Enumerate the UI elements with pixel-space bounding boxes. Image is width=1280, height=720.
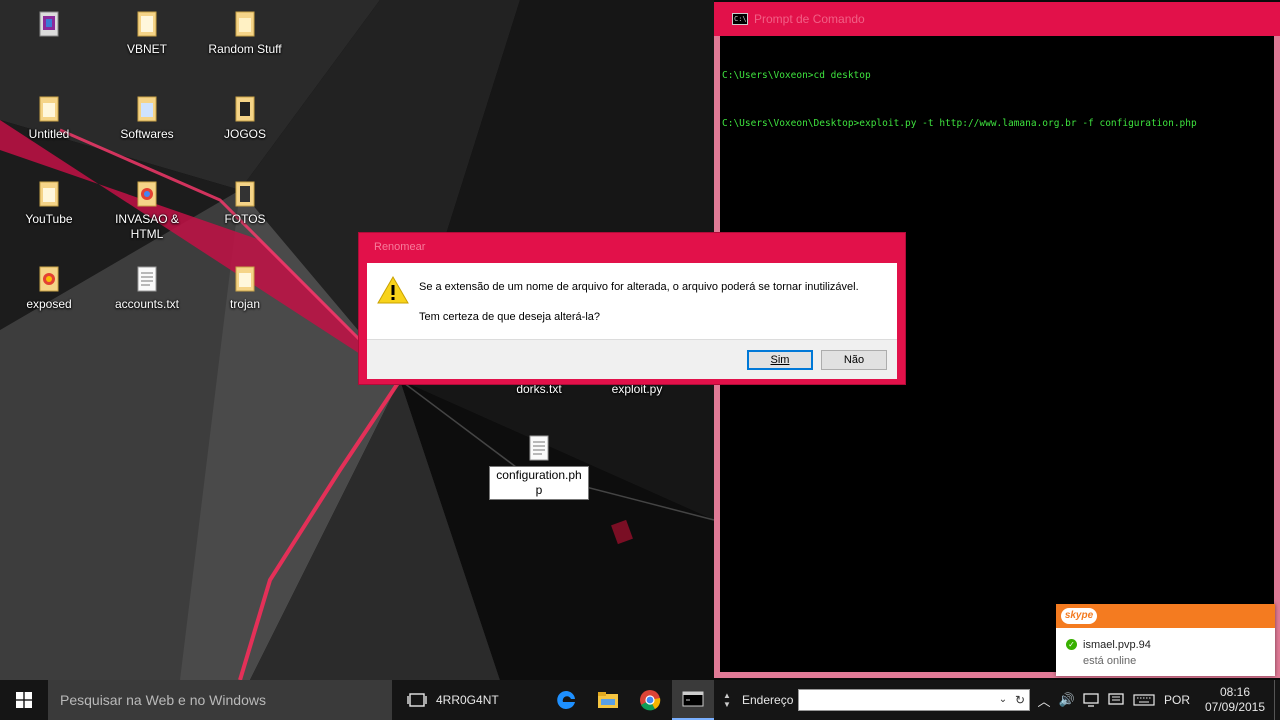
rename-field[interactable]: configuration.php [489,466,589,500]
folder-icon [235,181,255,207]
desktop-icon-app[interactable] [4,10,94,42]
text-file-icon [529,435,549,461]
volume-button[interactable]: 🔊 [1056,680,1078,720]
taskbar-app-chrome[interactable] [630,680,670,720]
taskbar-app-cmd[interactable] [672,680,714,720]
cmd-title: Prompt de Comando [754,12,865,26]
action-center-button[interactable] [1104,680,1128,720]
volume-icon: 🔊 [1058,692,1076,707]
file-explorer-icon [598,692,618,708]
refresh-icon[interactable]: ↻ [1012,690,1028,710]
toolbar-label[interactable]: 4RR0G4NT [436,680,506,720]
folder-icon [39,181,59,207]
desktop-icon-exposed[interactable]: exposed [4,265,94,312]
folder-icon [235,11,255,37]
keyboard-icon [1133,694,1155,706]
folder-icon [137,181,157,207]
desktop-icon-random-stuff[interactable]: Random Stuff [200,10,290,57]
start-button[interactable] [0,680,48,720]
windows-logo-icon [16,692,32,708]
folder-icon [235,96,255,122]
address-toolbar-label: Endereço [742,693,794,707]
desktop-icon-accounts-txt[interactable]: accounts.txt [102,265,192,312]
scroll-up-icon[interactable]: ▲ [723,691,731,700]
text-file-icon [137,266,157,292]
desktop-icon-trojan[interactable]: trojan [200,265,290,312]
cmd-line: C:\Users\Voxeon\Desktop>exploit.py -t ht… [722,118,1197,129]
no-button[interactable]: Não [821,350,887,370]
no-button-label: Não [843,354,865,366]
dialog-message: Se a extensão de um nome de arquivo for … [419,281,859,293]
clock-button[interactable]: 08:16 07/09/2015 [1198,680,1272,720]
taskbar-app-explorer[interactable] [588,680,628,720]
cmd-titlebar[interactable]: C:\ Prompt de Comando [714,2,1280,36]
app-icon [39,11,59,37]
show-desktop-button[interactable] [1274,680,1280,720]
skype-username: ismael.pvp.94 [1083,639,1151,651]
clock-date: 07/09/2015 [1204,700,1266,714]
rename-dialog: Renomear Se a extensão de um nome de arq… [358,232,906,385]
desktop-icon-vbnet[interactable]: VBNET [102,10,192,57]
skype-header: skype [1056,604,1275,628]
folder-icon [39,266,59,292]
cmd-icon [682,691,704,707]
clock-time: 08:16 [1219,685,1251,699]
dialog-body: Se a extensão de um nome de arquivo for … [367,263,897,379]
skype-logo-icon: skype [1061,608,1097,624]
cmd-icon: C:\ [732,13,748,25]
dialog-title: Renomear [374,241,426,253]
folder-icon [137,11,157,37]
taskbar-app-edge[interactable] [546,680,586,720]
dialog-content: Se a extensão de um nome de arquivo for … [367,263,897,339]
network-icon [1083,693,1099,707]
dialog-question: Tem certeza de que deseja alterá-la? [419,311,600,323]
chevron-up-icon: ︿ [1037,693,1051,709]
dialog-footer: Sim Não [367,339,897,379]
desktop-icon-youtube[interactable]: YouTube [4,180,94,227]
online-status-icon: ✓ [1066,639,1077,650]
toolbar-scroll[interactable]: ▲ ▼ [716,680,738,720]
desktop-icon-untitled[interactable]: Untitled [4,95,94,142]
edge-icon [557,690,575,709]
desktop-icon-invasao-html[interactable]: INVASAO & HTML [102,180,192,242]
desktop-icon-fotos[interactable]: FOTOS [200,180,290,227]
show-hidden-icons-button[interactable]: ︿ [1034,680,1054,720]
scroll-down-icon[interactable]: ▼ [723,700,731,709]
taskbar: Pesquisar na Web e no Windows 4RR0G4NT ▲… [0,680,1280,720]
chrome-icon [640,690,661,711]
folder-icon [235,266,255,292]
yes-button-label: Sim [770,354,790,366]
touch-keyboard-button[interactable] [1130,680,1158,720]
desktop-icon-jogos[interactable]: JOGOS [200,95,290,142]
folder-icon [39,96,59,122]
desktop-icon-softwares[interactable]: Softwares [102,95,192,142]
cmd-line: C:\Users\Voxeon>cd desktop [722,70,871,81]
yes-button[interactable]: Sim [747,350,813,370]
network-button[interactable] [1080,680,1102,720]
folder-icon [137,96,157,122]
input-language-button[interactable]: POR [1160,680,1194,720]
desktop-icon-configuration-php[interactable]: configuration.php [484,434,594,500]
search-placeholder: Pesquisar na Web e no Windows [60,692,266,708]
skype-status: está online [1083,655,1137,667]
task-view-icon [407,693,427,707]
chevron-down-icon[interactable]: ⌄ [996,690,1010,710]
skype-notification[interactable]: skype ✓ ismael.pvp.94 está online [1056,604,1275,676]
action-center-icon [1108,693,1124,705]
taskbar-search-input[interactable]: Pesquisar na Web e no Windows [48,680,392,720]
warning-icon [377,275,409,304]
task-view-button[interactable] [400,680,434,720]
